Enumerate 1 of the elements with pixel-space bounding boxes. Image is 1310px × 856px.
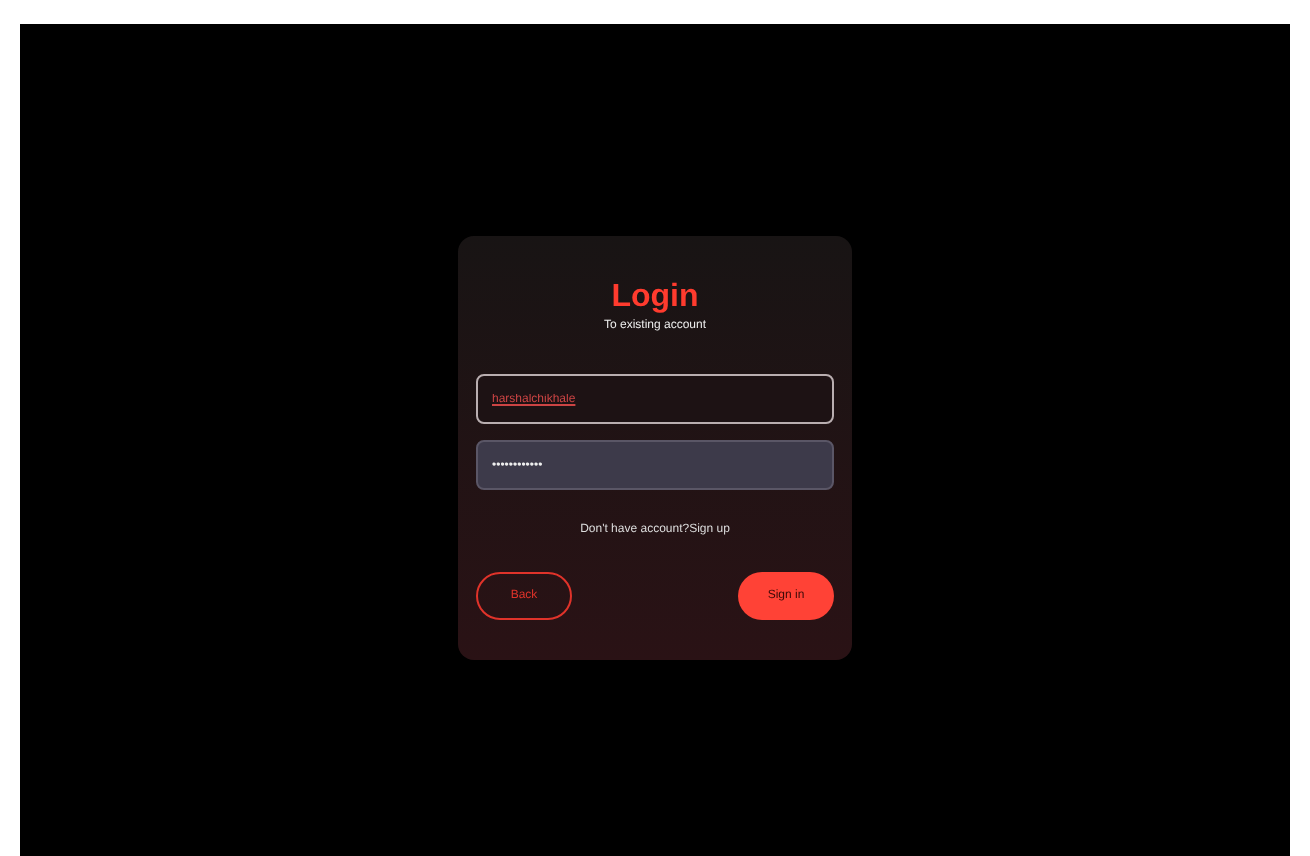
login-title: Login — [611, 280, 699, 316]
